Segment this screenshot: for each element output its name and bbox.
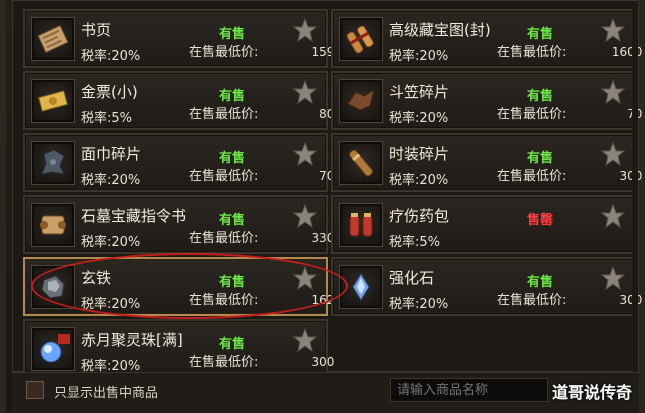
favorite-star-icon[interactable] — [292, 141, 318, 167]
min-price: 在售最低价: 70 — [189, 165, 334, 184]
min-price: 在售最低价: 300 — [189, 351, 334, 370]
search-input[interactable] — [390, 378, 548, 402]
marketplace-panel: 书页 有售 税率:20% 在售最低价: 159 高级藏宝图(封) 有售 税率:20… — [0, 0, 645, 413]
item-name: 石墓宝藏指令书 — [81, 207, 187, 225]
status-badge: 有售 — [527, 89, 554, 104]
min-price: 在售最低价: 1600 — [497, 41, 642, 60]
min-price: 在售最低价: 300 — [497, 165, 642, 184]
dark-iron-icon — [31, 265, 75, 309]
item-name: 疗伤药包 — [389, 207, 450, 225]
min-price: 在售最低价: 80 — [189, 103, 334, 122]
item-name: 赤月聚灵珠[满] — [81, 331, 183, 349]
status-badge: 有售 — [219, 275, 246, 290]
book-page-icon — [31, 17, 75, 61]
favorite-star-icon[interactable] — [600, 203, 626, 229]
favorite-star-icon[interactable] — [600, 79, 626, 105]
scrollbar[interactable] — [632, 1, 638, 373]
min-price-label: 在售最低价: — [189, 293, 259, 308]
item-card[interactable]: 玄铁 有售 税率:20% 在售最低价: 162 — [23, 257, 334, 316]
status-badge: 有售 — [219, 213, 246, 228]
favorite-star-icon[interactable] — [600, 141, 626, 167]
min-price-label: 在售最低价: — [497, 169, 567, 184]
favorite-star-icon[interactable] — [292, 265, 318, 291]
status-badge: 有售 — [219, 151, 246, 166]
min-price-label: 在售最低价: — [189, 45, 259, 60]
status-badge: 有售 — [219, 27, 246, 42]
item-card[interactable]: 斗笠碎片 有售 税率:20% 在售最低价:70 — [331, 71, 642, 130]
item-card[interactable]: 石墓宝藏指令书 有售 税率:20% 在售最低价: 330 — [23, 195, 334, 254]
spirit-orb-icon — [31, 327, 75, 371]
status-badge: 有售 — [527, 27, 554, 42]
favorite-star-icon[interactable] — [292, 79, 318, 105]
min-price-label: 在售最低价: — [497, 45, 567, 60]
favorite-star-icon[interactable] — [600, 265, 626, 291]
scroll-icon — [31, 203, 75, 247]
watermark: 道哥说传奇 — [552, 383, 633, 402]
item-name: 玄铁 — [81, 269, 112, 287]
status-badge: 有售 — [527, 275, 554, 290]
item-name: 强化石 — [389, 269, 435, 287]
treasure-map-icon — [339, 17, 383, 61]
item-card[interactable]: 时装碎片 有售 税率:20% 在售最低价: 300 — [331, 133, 642, 192]
tax-rate: 税率:20% — [81, 173, 141, 188]
min-price-value: 300 — [311, 355, 335, 369]
tax-rate: 税率:20% — [389, 111, 449, 126]
status-badge: 有售 — [219, 337, 246, 352]
strengthen-stone-icon — [339, 265, 383, 309]
min-price-label: 在售最低价: — [189, 169, 259, 184]
hat-fragment-icon — [339, 79, 383, 123]
tax-rate: 税率:20% — [389, 173, 449, 188]
on-sale-only-label: 只显示出售中商品 — [54, 386, 159, 401]
min-price: 在售最低价: 159 — [189, 41, 334, 60]
item-card[interactable]: 赤月聚灵珠[满] 有售 税率:20% 在售最低价: 300 — [23, 319, 334, 378]
tax-rate: 税率:20% — [389, 297, 449, 312]
min-price: 在售最低价:70 — [497, 103, 642, 122]
on-sale-only-checkbox[interactable] — [26, 381, 44, 399]
item-card[interactable]: 书页 有售 税率:20% 在售最低价: 159 — [23, 9, 334, 68]
status-badge: 有售 — [219, 89, 246, 104]
gold-ticket-icon — [31, 79, 75, 123]
item-card[interactable]: 高级藏宝图(封) 有售 税率:20% 在售最低价: 1600 — [331, 9, 642, 68]
tax-rate: 税率:5% — [389, 235, 441, 250]
fashion-fragment-icon — [339, 141, 383, 185]
favorite-star-icon[interactable] — [600, 17, 626, 43]
item-card[interactable]: 强化石 有售 税率:20% 在售最低价: 300 — [331, 257, 642, 316]
min-price-label: 在售最低价: — [189, 355, 259, 370]
favorite-star-icon[interactable] — [292, 17, 318, 43]
favorite-star-icon[interactable] — [292, 327, 318, 353]
min-price-value: 330 — [311, 231, 335, 245]
min-price: 在售最低价: 300 — [497, 289, 642, 308]
min-price-value: 162 — [311, 293, 335, 307]
tax-rate: 税率:20% — [81, 49, 141, 64]
item-name: 高级藏宝图(封) — [389, 21, 491, 39]
min-price-label: 在售最低价: — [497, 107, 567, 122]
favorite-star-icon[interactable] — [292, 203, 318, 229]
min-price: 在售最低价: 330 — [189, 227, 334, 246]
item-name: 斗笠碎片 — [389, 83, 450, 101]
min-price-label: 在售最低价: — [189, 231, 259, 246]
tax-rate: 税率:20% — [81, 297, 141, 312]
min-price-value: 80 — [319, 107, 335, 121]
min-price-value: 159 — [311, 45, 335, 59]
item-card[interactable]: 疗伤药包 售罄 税率:5% — [331, 195, 636, 254]
item-name: 金票(小) — [81, 83, 138, 101]
item-name: 面巾碎片 — [81, 145, 142, 163]
min-price-value: 70 — [319, 169, 335, 183]
medicine-pack-icon — [339, 203, 383, 247]
status-badge: 售罄 — [527, 213, 554, 228]
item-name: 书页 — [81, 21, 112, 39]
item-name: 时装碎片 — [389, 145, 450, 163]
tax-rate: 税率:5% — [81, 111, 133, 126]
bottom-bar: 只显示出售中商品 道哥说传奇 — [12, 372, 639, 413]
item-card[interactable]: 金票(小) 有售 税率:5% 在售最低价: 80 — [23, 71, 334, 130]
tax-rate: 税率:20% — [389, 49, 449, 64]
min-price-label: 在售最低价: — [497, 293, 567, 308]
scarf-fragment-icon — [31, 141, 75, 185]
status-badge: 有售 — [527, 151, 554, 166]
tax-rate: 税率:20% — [81, 235, 141, 250]
item-card[interactable]: 面巾碎片 有售 税率:20% 在售最低价: 70 — [23, 133, 334, 192]
item-list: 书页 有售 税率:20% 在售最低价: 159 高级藏宝图(封) 有售 税率:20… — [12, 0, 642, 378]
min-price-label: 在售最低价: — [189, 107, 259, 122]
min-price: 在售最低价: 162 — [189, 289, 334, 308]
